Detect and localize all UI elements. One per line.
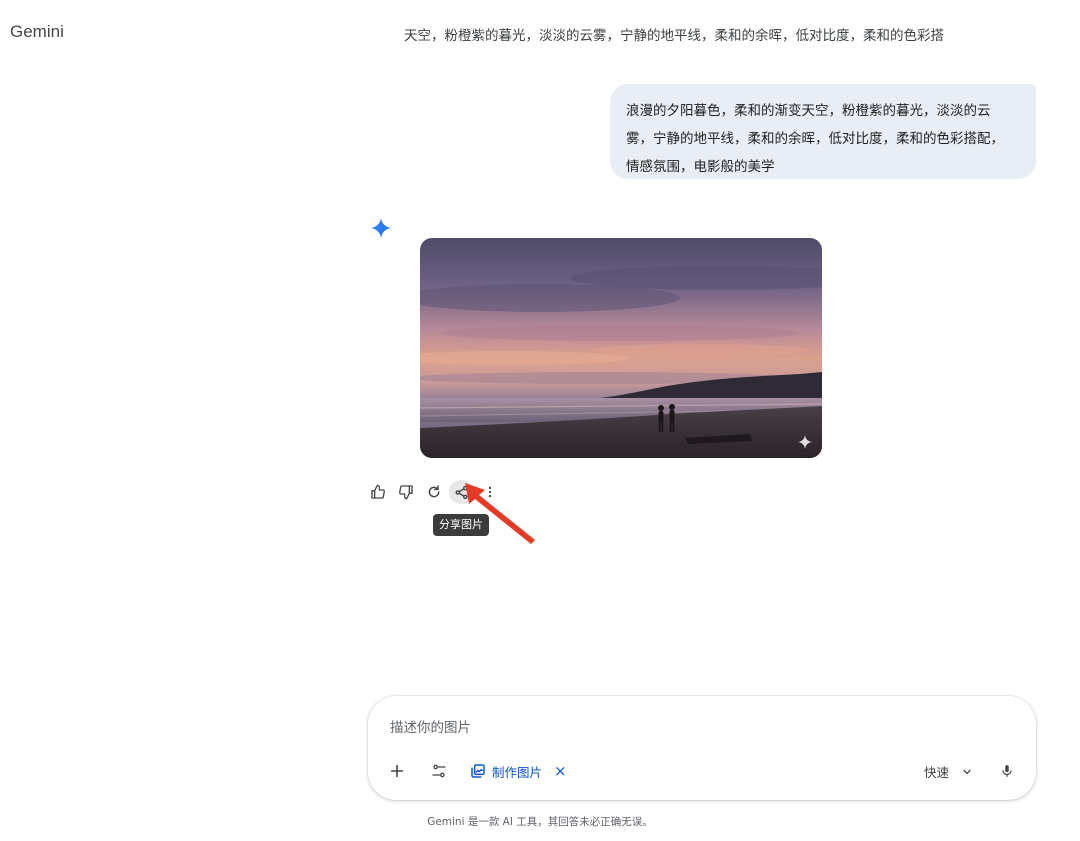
annotation-arrow-icon [465,483,535,544]
thumbs-up-icon [371,484,385,499]
user-prompt-line: 情感氛围，电影般的美学 [626,159,775,175]
regenerate-button[interactable] [422,480,446,504]
tune-icon [432,764,446,778]
image-gallery-icon [471,764,485,778]
conversation-title: 天空，粉橙紫的暮光，淡淡的云雾，宁静的地平线，柔和的余晖，低对比度，柔和的色彩搭 [404,28,944,44]
make-image-chip-label: 制作图片 [492,764,543,780]
model-speed-select[interactable]: 快速 [924,762,973,781]
microphone-icon [1002,765,1012,777]
prompt-input-placeholder[interactable]: 描述你的图片 [390,716,471,736]
plus-icon [390,764,404,778]
user-prompt-bubble: 浪漫的夕阳暮色，柔和的渐变天空，粉橙紫的暮光，淡淡的云 雾，宁静的地平线，柔和的… [610,84,1036,179]
footer-disclaimer: Gemini 是一款 AI 工具，其回答未必正确无误。 [427,816,653,828]
thumbs-up-button[interactable] [366,480,390,504]
gemini-sparkle-icon [370,217,392,239]
thumbs-down-icon [399,485,413,500]
microphone-button[interactable] [996,760,1018,782]
thumbs-down-button[interactable] [394,480,418,504]
prompt-input-box[interactable]: 描述你的图片 制作图片 × 快速 [368,696,1036,800]
generated-image[interactable] [420,238,822,458]
regenerate-icon [428,485,440,498]
user-prompt-line: 浪漫的夕阳暮色，柔和的渐变天空，粉橙紫的暮光，淡淡的云 [626,103,991,119]
user-prompt-line: 雾，宁静的地平线，柔和的余晖，低对比度，柔和的色彩搭配， [626,131,1004,147]
app-brand: Gemini [10,22,64,41]
chevron-down-icon [963,769,971,774]
add-button[interactable] [386,760,408,782]
make-image-chip[interactable]: 制作图片 × [470,758,567,784]
tools-button[interactable] [428,760,450,782]
close-icon[interactable]: × [554,762,567,780]
speed-label: 快速 [924,765,950,780]
